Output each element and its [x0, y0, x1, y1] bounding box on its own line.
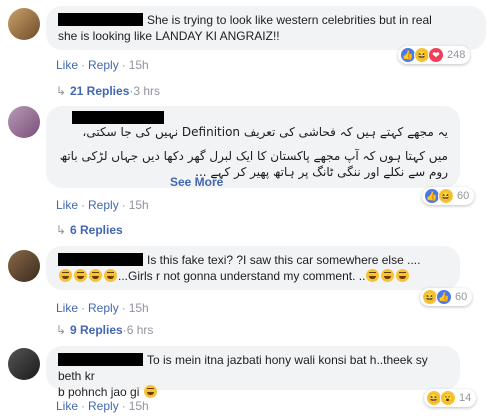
comment-text: Is this fake texi? ?I saw this car somew…	[147, 253, 421, 267]
see-more-link[interactable]: See More	[170, 174, 223, 190]
replies-time: 6 hrs	[126, 323, 154, 337]
avatar[interactable]	[8, 8, 40, 40]
comment-actions: Like · Reply · 15h	[56, 301, 149, 315]
wow-reaction-icon: 😮	[440, 390, 456, 406]
redacted-name	[72, 111, 164, 124]
comment-text: b pohnch jao gi	[58, 385, 140, 399]
timestamp[interactable]: 15h	[129, 301, 149, 315]
laughing-emoji-icon	[74, 269, 87, 282]
redacted-name	[58, 13, 143, 26]
laughing-emoji-icon	[366, 269, 380, 282]
reply-arrow-icon: ↳	[56, 84, 67, 98]
reply-link[interactable]: Reply	[88, 301, 119, 315]
replies-time: 3 hrs	[133, 84, 161, 98]
timestamp[interactable]: 15h	[129, 198, 149, 212]
reaction-summary[interactable]: 😆 👍 60	[420, 288, 473, 306]
laughing-emoji-icon	[59, 269, 72, 282]
reply-link[interactable]: Reply	[88, 58, 119, 72]
laughing-emoji-icon	[89, 269, 102, 282]
view-replies-link[interactable]: ↳ 9 Replies·6 hrs	[56, 323, 153, 337]
comment-actions: Like · Reply · 15h	[56, 399, 149, 413]
reaction-count: 60	[457, 190, 470, 202]
reply-arrow-icon: ↳	[56, 223, 67, 237]
comment-bubble: To is mein itna jazbati hony wali konsi …	[46, 346, 460, 399]
view-replies-link[interactable]: ↳ 21 Replies·3 hrs	[56, 84, 160, 98]
comment-text: ...Girls r not gonna understand my comme…	[118, 269, 366, 283]
love-reaction-icon: ❤	[428, 47, 444, 63]
reaction-summary[interactable]: 👍 😆 60	[422, 187, 475, 205]
comment-bubble: یہ مجھے کہتے ہیں کہ فحاشی کی تعریف Defin…	[46, 106, 460, 190]
reaction-summary[interactable]: 👍 😆 ❤ 248	[398, 46, 471, 64]
reaction-count: 60	[455, 291, 468, 303]
comment-bubble: She is trying to look like western celeb…	[46, 6, 486, 50]
avatar[interactable]	[8, 348, 40, 380]
like-link[interactable]: Like	[56, 198, 78, 212]
reaction-count: 248	[447, 49, 466, 61]
like-link[interactable]: Like	[56, 58, 78, 72]
haha-reaction-icon: 😆	[438, 188, 454, 204]
timestamp[interactable]: 15h	[129, 58, 149, 72]
laughing-emoji-icon	[381, 269, 395, 282]
view-replies-link[interactable]: ↳ 6 Replies	[56, 223, 123, 237]
avatar[interactable]	[8, 250, 40, 282]
comment-text: یہ مجھے کہتے ہیں کہ فحاشی کی تعریف Defin…	[82, 125, 448, 139]
reaction-count: 14	[459, 392, 472, 404]
reaction-summary[interactable]: 😆 😮 14	[424, 389, 477, 407]
comment-text: she is looking like LANDAY KI ANGRAIZ!!	[58, 29, 280, 43]
laughing-emoji-icon	[396, 269, 410, 282]
comment-actions: Like · Reply · 15h	[56, 58, 149, 72]
like-reaction-icon: 👍	[436, 289, 452, 305]
laughing-emoji-icon	[143, 385, 157, 398]
reply-link[interactable]: Reply	[88, 399, 119, 413]
laughing-emoji-icon	[104, 269, 117, 282]
reply-arrow-icon: ↳	[56, 323, 67, 337]
like-link[interactable]: Like	[56, 301, 78, 315]
redacted-name	[58, 353, 143, 366]
redacted-name	[58, 253, 143, 266]
avatar[interactable]	[8, 106, 40, 138]
comment-text: She is trying to look like western celeb…	[147, 13, 432, 27]
like-link[interactable]: Like	[56, 399, 78, 413]
comment-text: روم سے نکلے اور ننگی ٹانگ پر ہاتھ پھیر ک…	[195, 165, 448, 179]
timestamp[interactable]: 15h	[129, 399, 149, 413]
reply-link[interactable]: Reply	[88, 198, 119, 212]
comment-actions: Like · Reply · 15h	[56, 198, 149, 212]
comment-text: میں کہتا ہوں کہ آپ مجھے پاکستان کا ایک ل…	[59, 149, 448, 163]
comment-bubble: Is this fake texi? ?I saw this car somew…	[46, 246, 460, 290]
